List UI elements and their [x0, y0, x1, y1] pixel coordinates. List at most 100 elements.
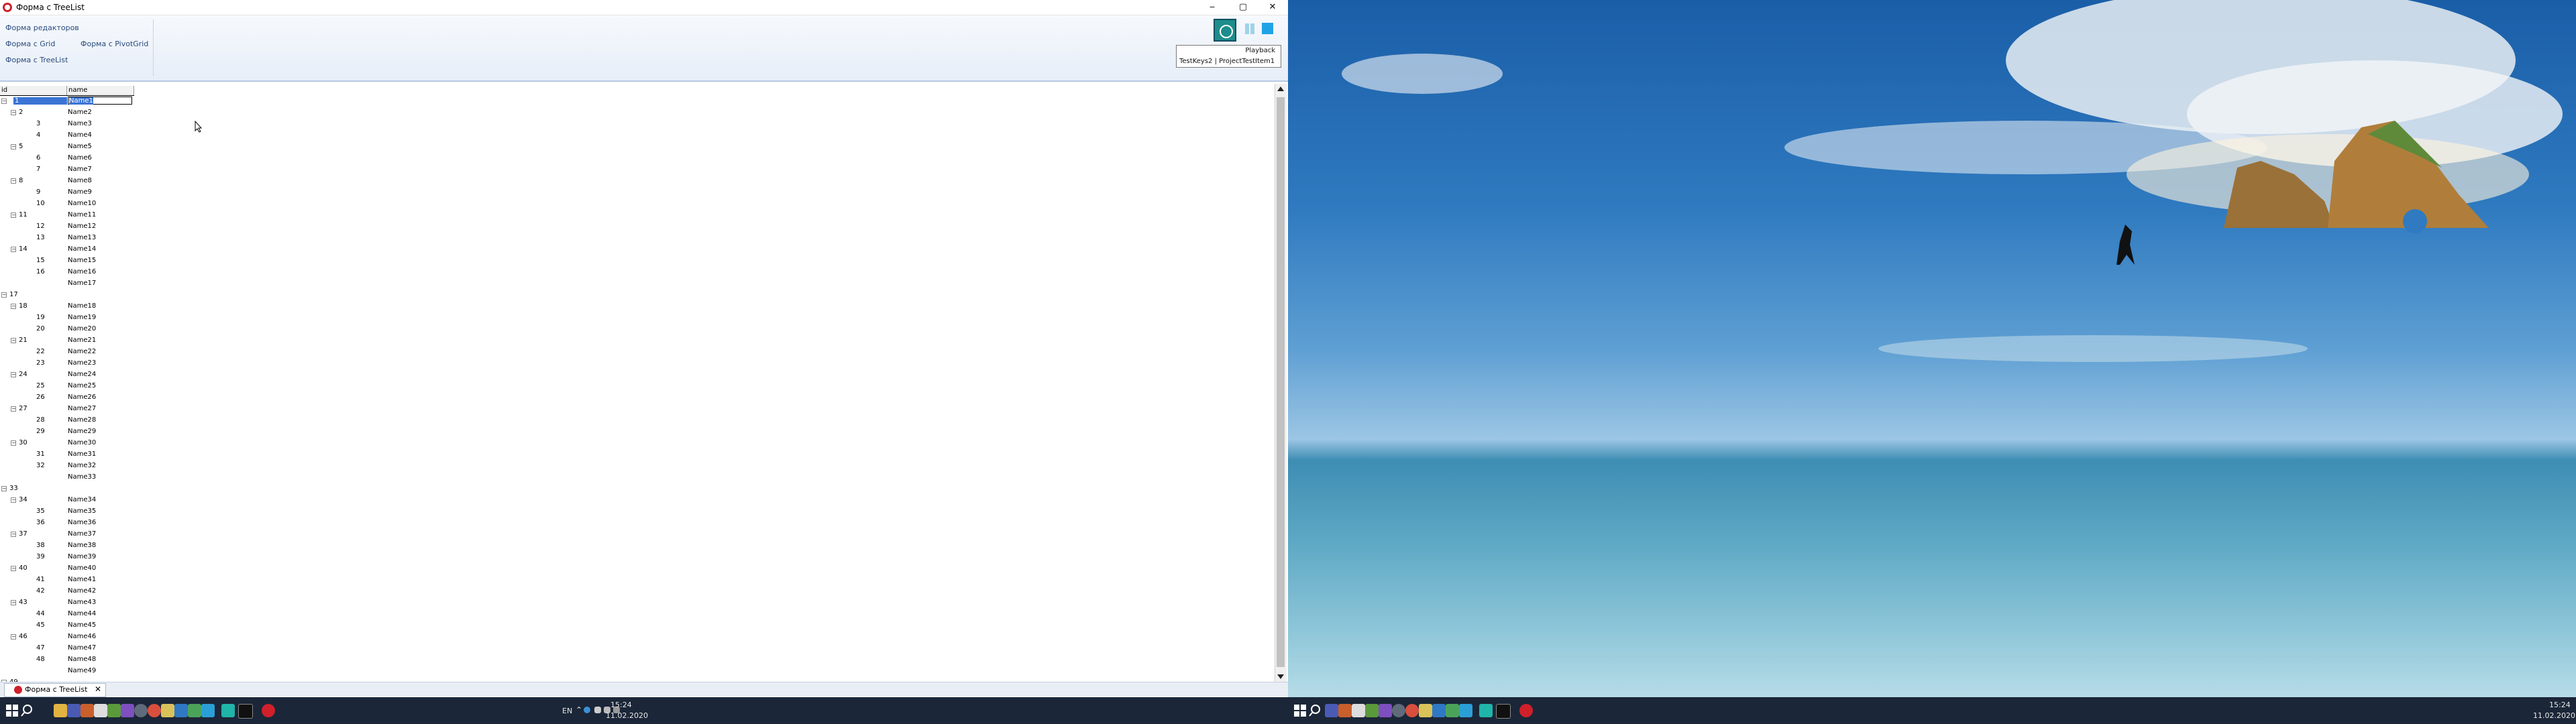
document-tab-close-icon[interactable]: ✕	[95, 684, 101, 694]
start-icon[interactable]	[1293, 704, 1307, 717]
terminal-icon[interactable]	[238, 704, 253, 719]
start-icon[interactable]	[5, 704, 19, 717]
tree-cell-name[interactable]: Name15	[68, 257, 96, 264]
tree-cell-name[interactable]: Name49	[68, 667, 96, 674]
tree-row[interactable]: −37 Name37	[0, 529, 1275, 540]
search-icon[interactable]	[1308, 704, 1322, 717]
record-button[interactable]	[1214, 19, 1236, 42]
app-taskbar-icon[interactable]	[67, 704, 80, 717]
tree-cell-name[interactable]: Name14	[68, 245, 96, 253]
tree-expander-icon[interactable]: −	[1, 292, 7, 298]
tree-cell-id[interactable]: 34	[19, 496, 28, 503]
tree-row[interactable]: −14 Name14	[0, 244, 1275, 255]
tree-expander-icon[interactable]: −	[11, 440, 16, 446]
tree-cell-id[interactable]: 18	[19, 302, 28, 310]
tree-cell-id[interactable]: 38	[36, 542, 45, 549]
tree-cell-name[interactable]: Name19	[68, 314, 96, 321]
tree-cell-name[interactable]: Name9	[68, 188, 92, 196]
tree-expander-icon[interactable]: −	[11, 144, 16, 149]
tree-cell-id[interactable]: 44	[36, 610, 45, 617]
tree-row[interactable]: −21 Name21	[0, 335, 1275, 347]
tree-cell-name[interactable]: Name48	[68, 656, 96, 663]
tree-row[interactable]: −11 Name11	[0, 210, 1275, 221]
tree-cell-id[interactable]: 2	[19, 109, 23, 116]
tree-row[interactable]: 23 Name23	[0, 358, 1275, 369]
tree-row[interactable]: −5 Name5	[0, 141, 1275, 153]
tree-row[interactable]: Name33	[0, 472, 1275, 483]
tree-cell-name[interactable]: Name13	[68, 234, 96, 241]
tree-expander-icon[interactable]: −	[11, 247, 16, 252]
tree-expander-icon[interactable]: −	[11, 213, 16, 218]
tree-cell-name[interactable]: Name30	[68, 439, 96, 446]
tree-cell-id[interactable]: 23	[36, 359, 45, 367]
tree-cell-name[interactable]: Name40	[68, 564, 96, 572]
tree-cell-id[interactable]: 16	[36, 268, 45, 276]
nav-link-editors-form[interactable]: Форма редакторов	[5, 23, 79, 32]
nav-link-treelist-form[interactable]: Форма с TreeList	[5, 56, 68, 64]
tree-cell-id[interactable]: 7	[36, 166, 40, 173]
tree-cell-id[interactable]: 24	[19, 371, 28, 378]
nav-link-pivotgrid-form[interactable]: Форма с PivotGrid	[80, 40, 148, 48]
tree-row[interactable]: −46 Name46	[0, 631, 1275, 643]
vscode-icon[interactable]	[174, 704, 188, 717]
tray-app-icon[interactable]	[584, 707, 590, 713]
tree-row[interactable]: −24 Name24	[0, 369, 1275, 381]
app-taskbar-icon[interactable]	[1365, 704, 1379, 717]
tree-cell-id[interactable]: 13	[36, 234, 45, 241]
tree-cell-id[interactable]: 32	[36, 462, 45, 469]
tree-row[interactable]: 35 Name35	[0, 506, 1275, 518]
tree-cell-name[interactable]: Name2	[68, 109, 92, 116]
tree-cell-id[interactable]: 25	[36, 382, 45, 389]
tree-cell-name[interactable]: Name7	[68, 166, 92, 173]
tree-cell-id[interactable]: 22	[36, 348, 45, 355]
tree-row[interactable]: 42 Name42	[0, 586, 1275, 597]
tree-row[interactable]: 44 Name44	[0, 609, 1275, 620]
tree-cell-id[interactable]: 3	[36, 120, 40, 127]
close-button[interactable]: ✕	[1257, 0, 1288, 15]
app-taskbar-icon[interactable]	[80, 704, 94, 717]
tree-expander-icon[interactable]: −	[1, 99, 7, 104]
tree-row[interactable]: 22 Name22	[0, 347, 1275, 358]
tree-expander-icon[interactable]: −	[11, 338, 16, 343]
chrome-icon[interactable]	[148, 704, 161, 717]
search-icon[interactable]	[20, 704, 34, 717]
column-header-id[interactable]: id	[0, 86, 67, 95]
tree-cell-id[interactable]: 39	[36, 553, 45, 560]
visual-studio-icon[interactable]	[121, 704, 134, 717]
tree-cell-name[interactable]: Name42	[68, 587, 96, 595]
tree-cell-name[interactable]: Name41	[68, 576, 96, 583]
tree-row[interactable]: 20 Name20	[0, 324, 1275, 335]
app-taskbar-icon[interactable]	[107, 704, 121, 717]
visual-studio-icon[interactable]	[1379, 704, 1392, 717]
tree-expander-icon[interactable]: −	[11, 406, 16, 412]
tree-expander-icon[interactable]: −	[11, 532, 16, 537]
tree-cell-name[interactable]: Name5	[68, 143, 92, 150]
tree-cell-name[interactable]: Name8	[68, 177, 92, 184]
tree-expander-icon[interactable]: −	[11, 372, 16, 377]
tree-expander-icon[interactable]: −	[1, 486, 7, 491]
scroll-up-icon[interactable]	[1277, 86, 1284, 91]
tree-cell-id[interactable]: 14	[19, 245, 28, 253]
tree-row[interactable]: Name49	[0, 666, 1275, 677]
vertical-scrollbar[interactable]	[1275, 84, 1287, 682]
window-titlebar[interactable]: Форма с TreeList ‒ ▢ ✕	[0, 0, 1288, 15]
app-taskbar-icon[interactable]	[1479, 704, 1493, 717]
tree-expander-icon[interactable]: −	[11, 634, 16, 640]
tree-cell-id[interactable]: 41	[36, 576, 45, 583]
tree-cell-id[interactable]: 40	[19, 564, 28, 572]
tree-cell-name[interactable]: Name43	[68, 599, 96, 606]
tree-cell-name[interactable]: Name44	[68, 610, 96, 617]
app-taskbar-icon[interactable]	[188, 704, 201, 717]
active-app-icon[interactable]	[262, 704, 275, 717]
pause-icon[interactable]	[1243, 22, 1256, 36]
tree-cell-id[interactable]: 30	[19, 439, 28, 446]
notes-icon[interactable]	[161, 704, 174, 717]
tree-row[interactable]: 25 Name25	[0, 381, 1275, 392]
tree-row[interactable]: 38 Name38	[0, 540, 1275, 552]
tree-cell-name[interactable]: Name38	[68, 542, 96, 549]
tree-cell-id[interactable]: 20	[36, 325, 45, 333]
tree-row[interactable]: 29 Name29	[0, 426, 1275, 438]
tree-cell-id[interactable]: 46	[19, 633, 28, 640]
app-taskbar-icon[interactable]	[201, 704, 215, 717]
tree-cell-id[interactable]: 11	[19, 211, 28, 219]
